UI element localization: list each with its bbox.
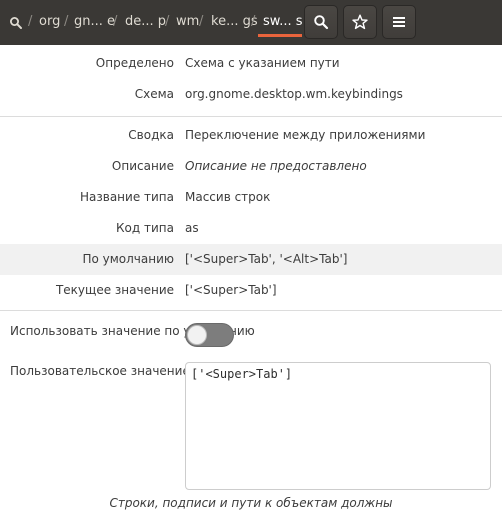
type-name-row: Название типа Массив строк (0, 182, 502, 213)
type-name-label: Название типа (79, 190, 174, 204)
breadcrumb-wm[interactable]: wm (176, 13, 199, 31)
breadcrumb-gnome[interactable]: gn... e (74, 13, 115, 31)
breadcrumb-separator: / (113, 14, 118, 29)
breadcrumb-active-tab[interactable]: sw... s (258, 8, 303, 37)
summary-value: Переключение между приложениями (185, 128, 426, 142)
type-code-value: as (185, 221, 199, 235)
defined-row: Определено Схема с указанием пути (0, 48, 502, 79)
type-name-value: Массив строк (185, 190, 271, 204)
schema-value: org.gnome.desktop.wm.keybindings (185, 87, 403, 101)
menu-button[interactable] (382, 5, 416, 39)
custom-value-label: Пользовательское значение (10, 364, 190, 378)
summary-row: Сводка Переключение между приложениями (0, 120, 502, 151)
defined-value: Схема с указанием пути (185, 56, 340, 70)
breadcrumb-org[interactable]: org (39, 13, 60, 31)
switch-knob (187, 325, 207, 345)
custom-value-text: ['<Super>Tab'] (191, 367, 293, 381)
type-code-row: Код типа as (0, 213, 502, 244)
breadcrumb-separator: / (251, 14, 256, 29)
footer-note: Строки, подписи и пути к объектам должны (109, 496, 393, 510)
custom-value-textarea[interactable]: ['<Super>Tab'] (185, 362, 491, 490)
breadcrumb-separator: / (64, 14, 69, 29)
summary-label: Сводка (128, 128, 174, 142)
description-label: Описание (111, 159, 174, 173)
description-value: Описание не предоставлено (185, 159, 367, 173)
breadcrumb-desktop[interactable]: de... p (125, 13, 166, 31)
default-value: ['<Super>Tab', '<Alt>Tab'] (185, 252, 348, 266)
breadcrumb-separator: / (199, 14, 204, 29)
schema-label: Схема (134, 87, 174, 101)
search-button[interactable] (304, 5, 338, 39)
header-bar: / org / gn... e / de... p / wm / ke... g… (0, 0, 502, 45)
section-divider (0, 310, 502, 311)
search-icon[interactable] (5, 12, 27, 34)
default-value-label: По умолчанию (82, 252, 174, 266)
hamburger-menu-icon (393, 17, 405, 27)
description-row: Описание Описание не предоставлено (0, 151, 502, 182)
breadcrumb-separator: / (165, 14, 170, 29)
section-divider (0, 116, 502, 117)
schema-row: Схема org.gnome.desktop.wm.keybindings (0, 79, 502, 110)
defined-label: Определено (95, 56, 174, 70)
default-value-row: По умолчанию ['<Super>Tab', '<Alt>Tab'] (0, 244, 502, 275)
search-icon (314, 15, 329, 30)
breadcrumb-separator: / (28, 14, 33, 29)
star-icon (352, 14, 368, 30)
current-value-row: Текущее значение ['<Super>Tab'] (0, 275, 502, 306)
type-code-label: Код типа (116, 221, 174, 235)
current-value-label: Текущее значение (55, 283, 174, 297)
breadcrumb-switch-applications: sw... s (263, 14, 303, 29)
bookmark-button[interactable] (343, 5, 377, 39)
use-default-switch[interactable] (185, 323, 234, 347)
current-value: ['<Super>Tab'] (185, 283, 277, 297)
